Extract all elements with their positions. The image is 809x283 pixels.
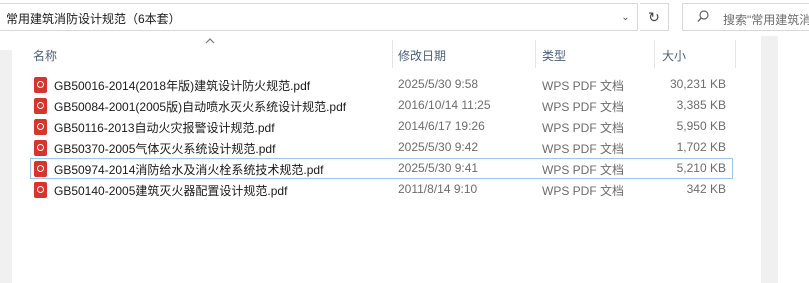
file-modified: 2016/10/14 11:25 xyxy=(398,98,491,112)
file-modified: 2025/5/30 9:42 xyxy=(398,140,479,154)
search-input[interactable]: 搜索"常用建筑消 xyxy=(723,11,809,28)
file-size: 342 KB xyxy=(686,182,726,196)
search-box[interactable]: 搜索"常用建筑消 xyxy=(682,3,809,31)
address-path[interactable]: 常用建筑消防设计规范（6本套） xyxy=(6,10,181,27)
chevron-down-icon[interactable]: ⌄ xyxy=(612,3,639,31)
nav-pane-edge xyxy=(0,36,12,283)
file-row-focused[interactable]: GB50974-2014消防给水及消火栓系统技术规范.pdf 2025/5/30… xyxy=(30,158,733,179)
file-name: GB50116-2013自动火灾报警设计规范.pdf xyxy=(54,121,275,135)
pdf-file-icon xyxy=(34,98,47,114)
search-icon xyxy=(697,10,709,26)
vertical-scrollbar[interactable] xyxy=(761,36,778,283)
column-header-size[interactable]: 大小 xyxy=(662,47,686,64)
file-row[interactable]: GB50140-2005建筑灭火器配置设计规范.pdf 2011/8/14 9:… xyxy=(30,179,733,200)
refresh-icon: ↻ xyxy=(648,8,660,25)
pdf-file-icon xyxy=(34,161,47,177)
file-name: GB50370-2005气体灭火系统设计规范.pdf xyxy=(54,142,276,156)
file-type: WPS PDF 文档 xyxy=(542,142,625,156)
column-header-type[interactable]: 类型 xyxy=(542,47,566,64)
file-type: WPS PDF 文档 xyxy=(542,79,625,93)
refresh-button[interactable]: ↻ xyxy=(640,3,669,31)
file-size: 5,210 KB xyxy=(676,161,726,175)
file-name: GB50974-2014消防给水及消火栓系统技术规范.pdf xyxy=(54,163,324,177)
column-divider[interactable] xyxy=(654,40,655,68)
file-row[interactable]: GB50016-2014(2018年版)建筑设计防火规范.pdf 2025/5/… xyxy=(30,74,733,95)
column-divider[interactable] xyxy=(392,40,393,68)
file-name: GB50084-2001(2005版)自动喷水灭火系统设计规范.pdf xyxy=(54,100,347,114)
pdf-file-icon xyxy=(34,77,47,93)
pdf-file-icon xyxy=(34,140,47,156)
preview-pane-edge xyxy=(778,36,809,283)
address-toolbar: 常用建筑消防设计规范（6本套） ⌄ ↻ 搜索"常用建筑消 xyxy=(0,0,809,36)
file-type: WPS PDF 文档 xyxy=(542,184,625,198)
file-size: 3,385 KB xyxy=(676,98,726,112)
file-row[interactable]: GB50116-2013自动火灾报警设计规范.pdf 2014/6/17 19:… xyxy=(30,116,733,137)
file-size: 1,702 KB xyxy=(676,140,726,154)
column-header-name[interactable]: 名称 xyxy=(33,47,57,64)
column-headers: 名称 修改日期 类型 大小 xyxy=(12,36,772,72)
file-modified: 2014/6/17 19:26 xyxy=(398,119,485,133)
file-size: 5,950 KB xyxy=(676,119,726,133)
file-name: GB50140-2005建筑灭火器配置设计规范.pdf xyxy=(54,184,288,198)
file-modified: 2025/5/30 9:41 xyxy=(398,161,479,175)
file-row[interactable]: GB50084-2001(2005版)自动喷水灭火系统设计规范.pdf 2016… xyxy=(30,95,733,116)
sort-ascending-icon xyxy=(205,36,215,47)
file-type: WPS PDF 文档 xyxy=(542,100,625,114)
column-header-date[interactable]: 修改日期 xyxy=(398,47,446,64)
nav-pane-scroll-track[interactable] xyxy=(0,50,12,283)
column-divider[interactable] xyxy=(735,40,736,68)
column-divider[interactable] xyxy=(535,40,536,68)
file-type: WPS PDF 文档 xyxy=(542,163,625,177)
file-name: GB50016-2014(2018年版)建筑设计防火规范.pdf xyxy=(54,79,311,93)
address-bar[interactable]: 常用建筑消防设计规范（6本套） xyxy=(0,3,638,31)
file-size: 30,231 KB xyxy=(669,77,726,91)
pdf-file-icon xyxy=(34,182,47,198)
file-modified: 2025/5/30 9:58 xyxy=(398,77,479,91)
file-row[interactable]: GB50370-2005气体灭火系统设计规范.pdf 2025/5/30 9:4… xyxy=(30,137,733,158)
pdf-file-icon xyxy=(34,119,47,135)
file-modified: 2011/8/14 9:10 xyxy=(398,182,478,196)
file-type: WPS PDF 文档 xyxy=(542,121,625,135)
